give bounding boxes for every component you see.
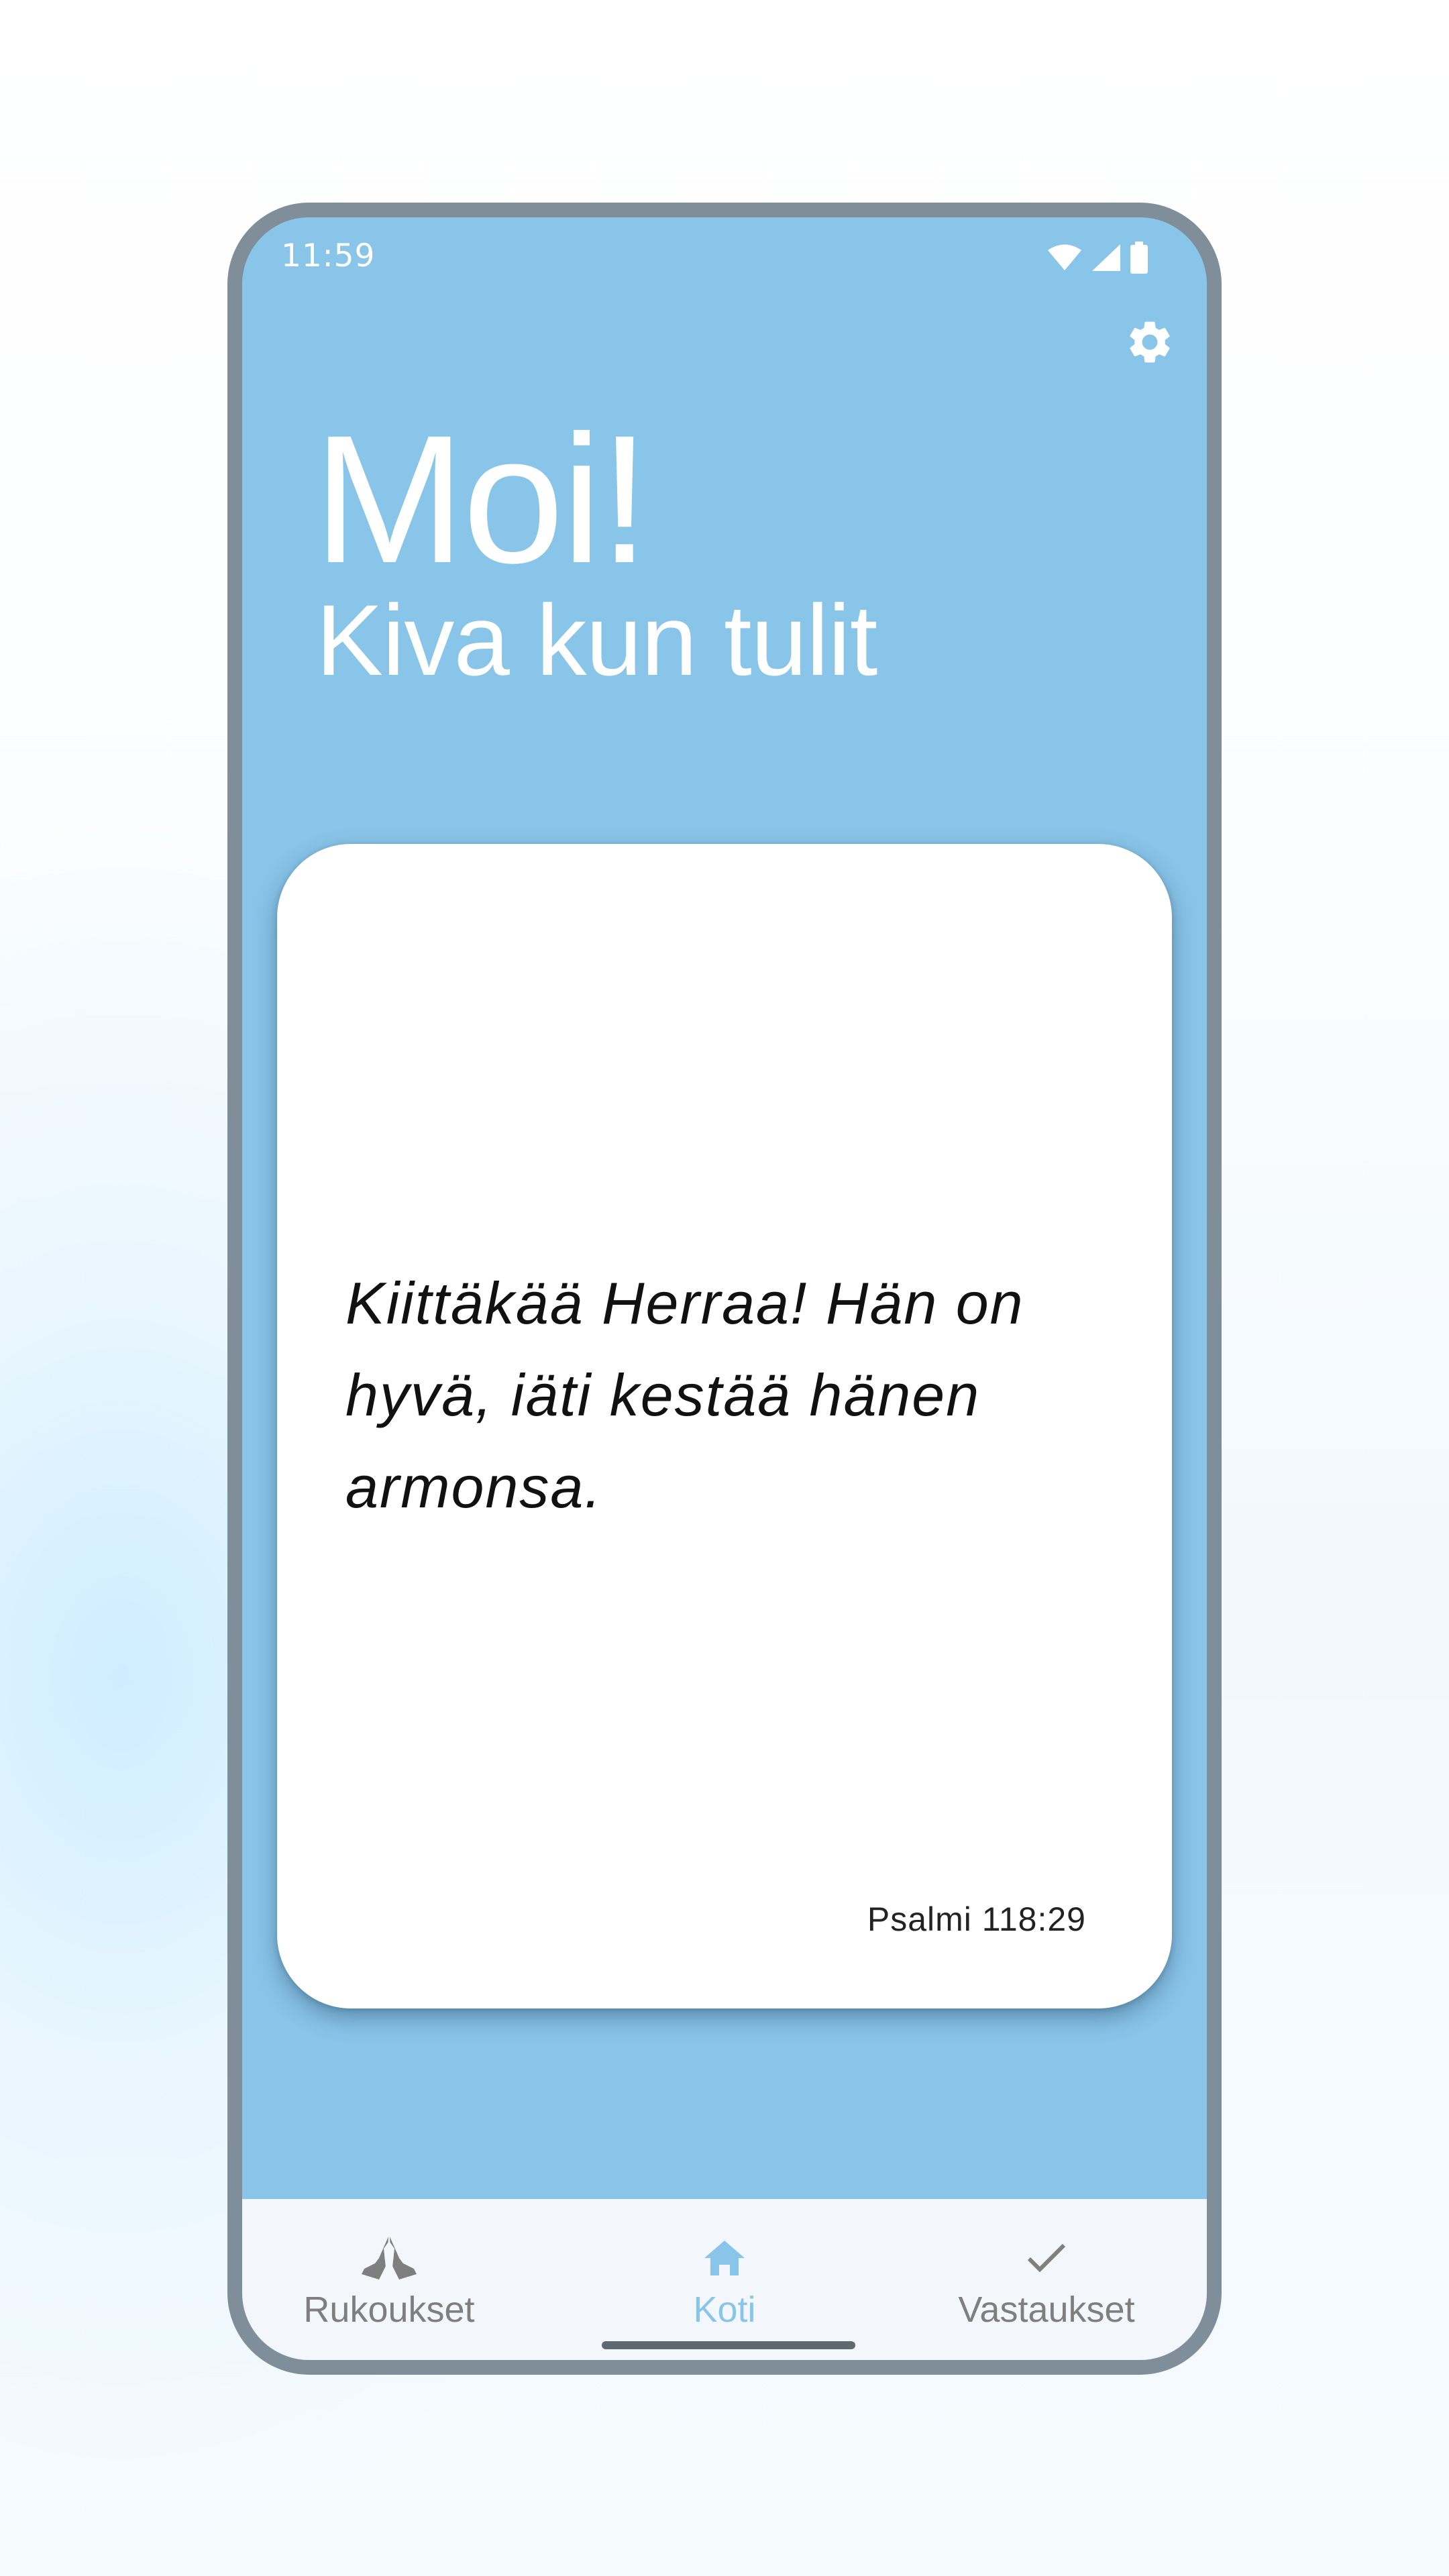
- status-time: 11:59: [281, 237, 376, 274]
- nav-label-koti: Koti: [693, 2290, 756, 2330]
- nav-item-rukoukset[interactable]: Rukoukset: [255, 2199, 523, 2360]
- nav-label-rukoukset: Rukoukset: [303, 2290, 475, 2330]
- praying-hands-icon: [359, 2231, 419, 2285]
- verse-reference: Psalmi 118:29: [867, 1900, 1086, 1938]
- phone-frame: 11:59 Moi! Kiva kun tulit Kiittäkää Herr…: [227, 203, 1222, 2375]
- battery-icon: [1130, 241, 1148, 274]
- nav-label-vastaukset: Vastaukset: [958, 2290, 1135, 2330]
- status-bar: 11:59: [242, 217, 1207, 298]
- gear-icon: [1124, 317, 1175, 370]
- verse-card[interactable]: Kiittäkää Herraa! Hän on hyvä, iäti kest…: [277, 844, 1172, 2008]
- greeting-title: Moi!: [313, 397, 650, 601]
- settings-button[interactable]: [1118, 311, 1182, 376]
- status-icons: [1047, 240, 1148, 275]
- wifi-icon: [1047, 244, 1082, 271]
- greeting-subtitle: Kiva kun tulit: [316, 584, 877, 696]
- check-icon: [1016, 2231, 1077, 2285]
- cell-signal-icon: [1091, 244, 1121, 272]
- home-icon: [694, 2231, 755, 2285]
- active-tab-indicator: [692, 2367, 757, 2375]
- gesture-home-handle[interactable]: [602, 2341, 855, 2349]
- nav-item-vastaukset[interactable]: Vastaukset: [912, 2199, 1181, 2360]
- verse-text: Kiittäkää Herraa! Hän on hyvä, iäti kest…: [345, 1270, 1024, 1520]
- app-screen: 11:59 Moi! Kiva kun tulit Kiittäkää Herr…: [242, 217, 1207, 2360]
